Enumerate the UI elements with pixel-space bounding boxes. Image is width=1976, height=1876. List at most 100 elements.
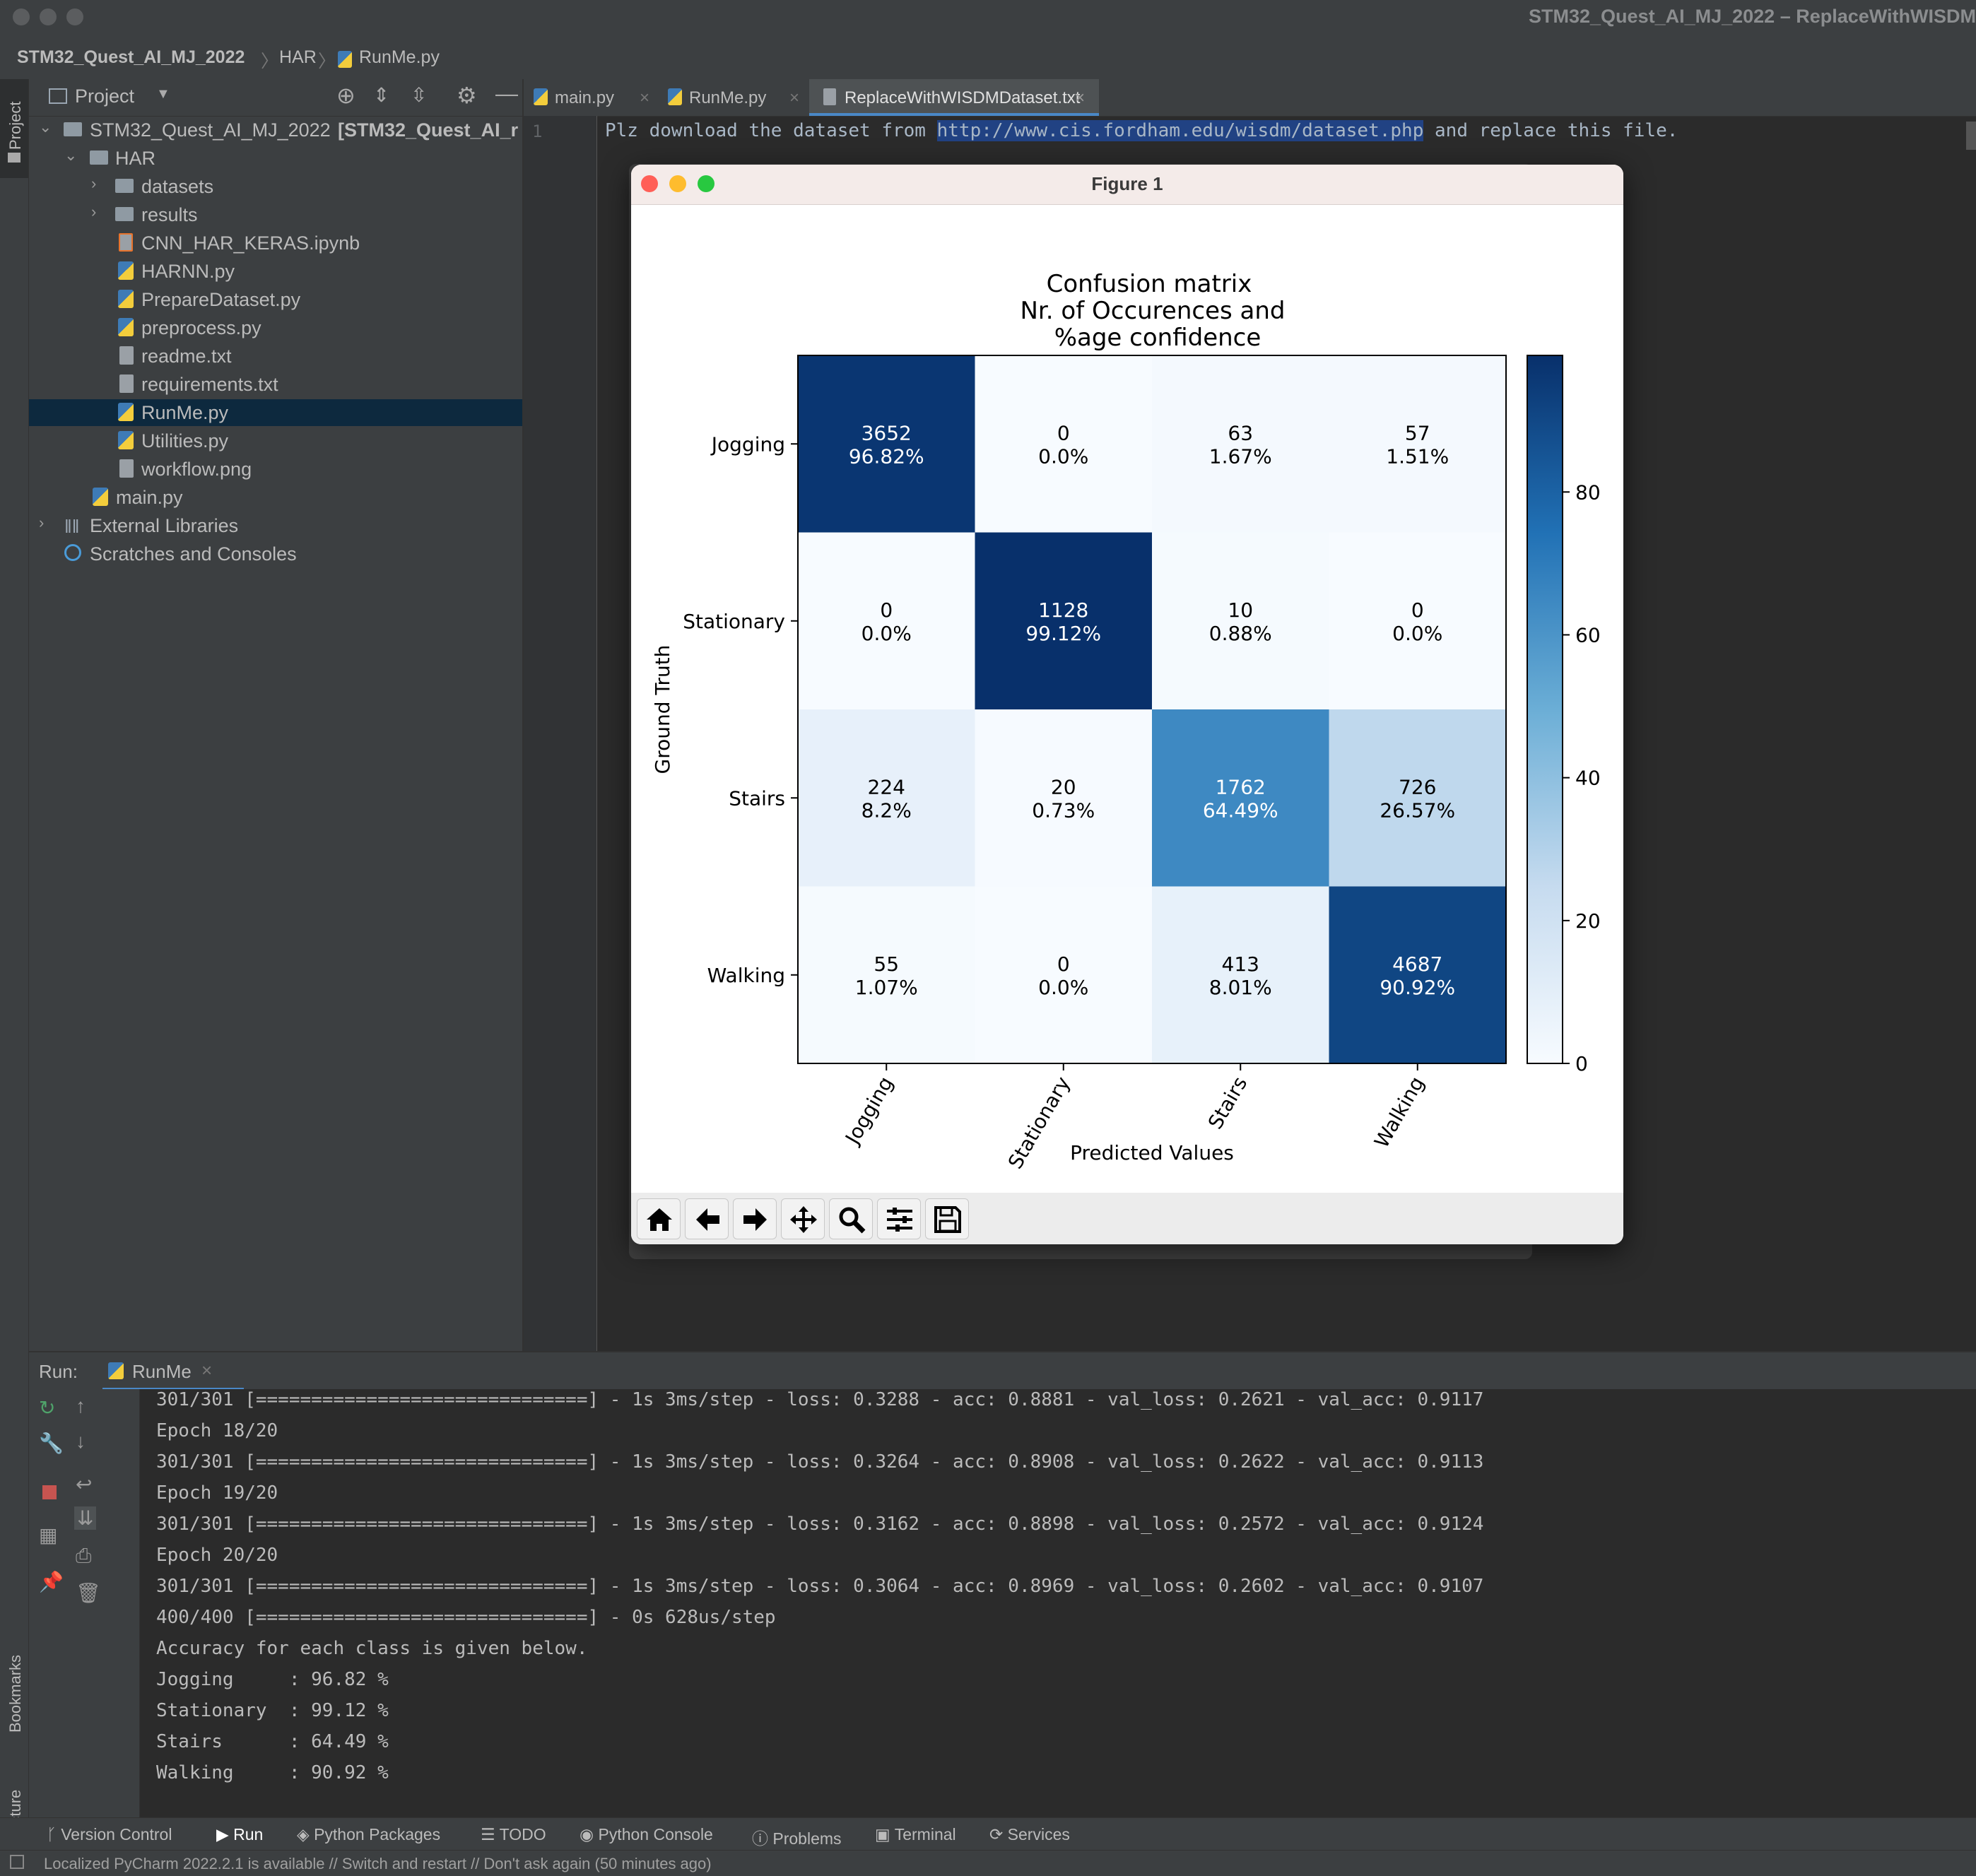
tab-label: main.py xyxy=(555,88,615,107)
cell-count-label: 3652 xyxy=(861,421,912,444)
pin-icon[interactable]: 📌 xyxy=(39,1570,64,1593)
close-icon[interactable]: × xyxy=(1075,88,1085,108)
print-icon[interactable]: ⎙ xyxy=(76,1545,91,1568)
chevron-down-icon[interactable]: ⌄ xyxy=(64,146,77,165)
tree-item-results[interactable]: › results xyxy=(29,201,522,228)
cell-percent-label: 8.01% xyxy=(1209,976,1272,999)
scratches-icon xyxy=(64,544,81,561)
tree-item-label: PrepareDataset.py xyxy=(141,289,301,310)
tree-item-file[interactable]: main.py xyxy=(29,484,522,511)
tab-todo[interactable]: ☰ TODO xyxy=(481,1825,546,1844)
python-file-icon xyxy=(118,261,134,280)
zoom-button[interactable] xyxy=(829,1198,873,1239)
status-toggle-icon[interactable] xyxy=(10,1855,24,1869)
chevron-down-icon[interactable]: ⌄ xyxy=(39,118,52,136)
status-message[interactable]: Localized PyCharm 2022.2.1 is available … xyxy=(44,1855,712,1873)
chart-title: Confusion matrix Nr. of Occurences and %… xyxy=(1021,270,1286,352)
code-line[interactable]: Plz download the dataset from http://www… xyxy=(605,120,1678,141)
tree-item-har[interactable]: ⌄ HAR xyxy=(29,145,522,172)
tab-run[interactable]: ▶ Run xyxy=(216,1825,263,1844)
close-icon[interactable]: × xyxy=(789,88,799,108)
tree-item-file[interactable]: PrepareDataset.py xyxy=(29,286,522,313)
tab-runme-py[interactable]: RunMe.py × xyxy=(668,79,809,116)
problems-icon: ⓘ xyxy=(752,1829,773,1848)
tree-item-label: main.py xyxy=(116,487,183,508)
folder-icon xyxy=(115,207,134,221)
tree-item-file[interactable]: readme.txt xyxy=(29,343,522,370)
expand-all-icon[interactable]: ⇕ xyxy=(373,83,389,107)
home-button[interactable] xyxy=(637,1198,681,1239)
chevron-right-icon[interactable]: › xyxy=(91,175,96,193)
gear-icon[interactable]: ⚙ xyxy=(457,82,477,109)
tree-item-root[interactable]: ⌄ STM32_Quest_AI_MJ_2022 [STM32_Quest_AI… xyxy=(29,117,522,143)
rerun-icon[interactable]: ↻ xyxy=(39,1396,55,1420)
down-arrow-icon[interactable]: ↓ xyxy=(76,1430,86,1453)
layout-icon[interactable]: ▦ xyxy=(39,1523,57,1547)
tree-item-label: HARNN.py xyxy=(141,261,235,282)
tab-main-py[interactable]: main.py × xyxy=(534,79,655,116)
pan-button[interactable] xyxy=(781,1198,825,1239)
forward-button[interactable] xyxy=(733,1198,777,1239)
locate-icon[interactable]: ⊕ xyxy=(336,82,355,109)
breadcrumb-file[interactable]: RunMe.py xyxy=(359,47,440,68)
save-button[interactable] xyxy=(925,1198,969,1239)
chevron-right-icon[interactable]: › xyxy=(91,203,96,221)
tree-item-file[interactable]: requirements.txt xyxy=(29,371,522,398)
tree-item-file-selected[interactable]: RunMe.py xyxy=(29,399,522,426)
run-tab[interactable]: RunMe × xyxy=(102,1352,244,1391)
soft-wrap-icon[interactable]: ↩ xyxy=(76,1473,92,1496)
configure-button[interactable] xyxy=(877,1198,921,1239)
tree-item-datasets[interactable]: › datasets xyxy=(29,173,522,200)
trash-icon[interactable]: 🗑 xyxy=(76,1581,101,1605)
zoom-window-button[interactable] xyxy=(66,8,83,25)
wrench-icon[interactable]: 🔧 xyxy=(39,1432,64,1455)
project-view-selector[interactable]: Project xyxy=(75,85,134,107)
close-window-button[interactable] xyxy=(13,8,30,25)
chevron-right-icon[interactable]: › xyxy=(39,514,44,532)
breadcrumb-folder[interactable]: HAR xyxy=(279,47,317,68)
tree-item-file[interactable]: Utilities.py xyxy=(29,427,522,454)
cell-percent-label: 90.92% xyxy=(1380,976,1455,999)
hide-panel-icon[interactable]: — xyxy=(495,81,518,107)
tab-terminal[interactable]: ▣ Terminal xyxy=(875,1825,956,1844)
project-tool-label[interactable]: Project xyxy=(6,102,25,150)
collapse-all-icon[interactable]: ⇳ xyxy=(411,83,427,107)
tree-item-file[interactable]: CNN_HAR_KERAS.ipynb xyxy=(29,230,522,256)
code-url[interactable]: http://www.cis.fordham.edu/wisdm/dataset… xyxy=(936,120,1424,141)
tab-python-packages[interactable]: ◈ Python Packages xyxy=(297,1825,440,1844)
bottom-tool-tabs: ᚴ Version Control ▶ Run ◈ Python Package… xyxy=(0,1817,1976,1851)
python-file-icon xyxy=(118,403,134,421)
colorbar-tick-label: 80 xyxy=(1575,480,1601,504)
tree-item-label: preprocess.py xyxy=(141,317,261,338)
chevron-down-icon[interactable]: ▼ xyxy=(156,86,170,102)
tab-services[interactable]: ⟳ Services xyxy=(989,1825,1070,1844)
back-button[interactable] xyxy=(685,1198,729,1239)
tree-item-scratches[interactable]: Scratches and Consoles xyxy=(29,541,522,567)
bookmarks-tool-label[interactable]: Bookmarks xyxy=(6,1655,25,1733)
tab-replacewithwisdm[interactable]: ReplaceWithWISDMDataset.txt × xyxy=(809,79,1099,116)
close-icon[interactable]: × xyxy=(640,88,649,108)
tree-item-external-libraries[interactable]: › ǁǁ External Libraries xyxy=(29,512,522,539)
close-icon[interactable]: × xyxy=(201,1359,212,1381)
tree-item-file[interactable]: workflow.png xyxy=(29,456,522,483)
console-line: Epoch 19/20 xyxy=(156,1482,278,1504)
run-toolbar-primary: ↻ 🔧 ▦ 📌 xyxy=(29,1389,71,1817)
tab-label: Services xyxy=(1007,1825,1070,1843)
up-arrow-icon[interactable]: ↑ xyxy=(76,1395,86,1417)
python-file-icon xyxy=(118,290,134,308)
scroll-to-end-icon[interactable]: ⇊ xyxy=(74,1506,97,1530)
stop-icon[interactable] xyxy=(42,1485,57,1499)
status-bar: Localized PyCharm 2022.2.1 is available … xyxy=(0,1850,1976,1876)
home-icon xyxy=(647,1208,672,1231)
python-file-icon xyxy=(118,318,134,336)
tab-version-control[interactable]: ᚴ Version Control xyxy=(47,1825,172,1844)
breadcrumb-project[interactable]: STM32_Quest_AI_MJ_2022 xyxy=(17,47,245,68)
tab-problems[interactable]: ⓘ Problems xyxy=(752,1825,842,1849)
tree-item-file[interactable]: HARNN.py xyxy=(29,258,522,285)
scrollbar[interactable] xyxy=(1966,122,1976,150)
tab-python-console[interactable]: ◉ Python Console xyxy=(580,1825,713,1844)
configure-icon xyxy=(887,1208,912,1232)
figure-window[interactable]: Figure 1 Confusion matrix Nr. of Occuren… xyxy=(631,165,1623,1244)
minimize-window-button[interactable] xyxy=(40,8,57,25)
tree-item-file[interactable]: preprocess.py xyxy=(29,314,522,341)
